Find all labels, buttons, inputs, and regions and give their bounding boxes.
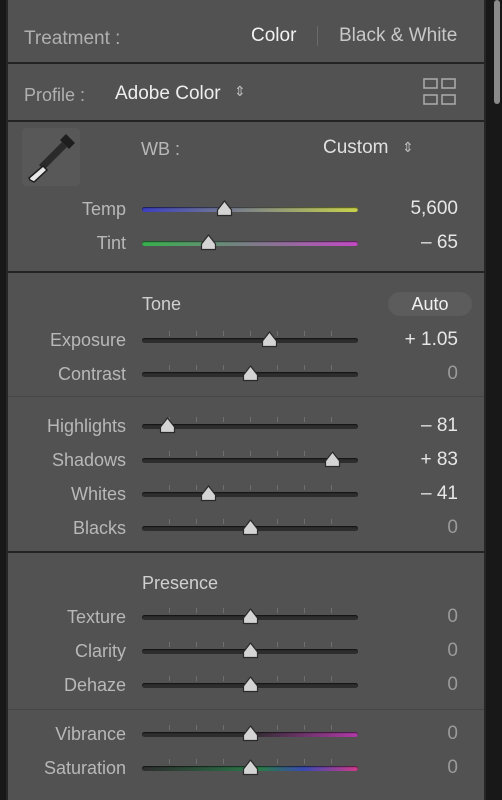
- highlights-slider-thumb[interactable]: [159, 417, 176, 434]
- divider: [8, 271, 484, 273]
- whites-tick-marks: [142, 485, 358, 491]
- dehaze-value[interactable]: 0: [338, 675, 458, 694]
- grid-icon[interactable]: [423, 78, 457, 106]
- temp-slider-track[interactable]: [142, 207, 358, 212]
- divider: [8, 62, 484, 64]
- divider: [8, 120, 484, 122]
- saturation-label: Saturation: [43, 758, 126, 778]
- whites-value[interactable]: – 41: [338, 484, 458, 503]
- divider: [8, 709, 484, 710]
- whites-label: Whites: [70, 484, 126, 504]
- whites-slider-track[interactable]: [142, 492, 358, 497]
- tint-label: Tint: [96, 233, 126, 253]
- texture-label: Texture: [66, 607, 126, 627]
- clarity-slider-thumb[interactable]: [242, 642, 259, 659]
- tone-section-title: Tone: [142, 294, 182, 314]
- temp-value[interactable]: 5,600: [338, 199, 458, 218]
- scrollbar[interactable]: [494, 0, 500, 104]
- contrast-value[interactable]: 0: [338, 364, 458, 383]
- eyedropper-icon[interactable]: [22, 128, 80, 186]
- tint-slider-thumb[interactable]: [200, 234, 217, 251]
- exposure-slider-track[interactable]: [142, 338, 358, 343]
- treatment-bw-option[interactable]: Black & White: [339, 26, 457, 45]
- dehaze-slider-thumb[interactable]: [242, 676, 259, 693]
- texture-value[interactable]: 0: [338, 607, 458, 626]
- profile-value[interactable]: Adobe Color: [115, 84, 221, 103]
- texture-slider-thumb[interactable]: [242, 608, 259, 625]
- tint-value[interactable]: – 65: [338, 233, 458, 252]
- blacks-label: Blacks: [72, 518, 126, 538]
- wb-stepper-icon[interactable]: ⇕: [402, 140, 414, 154]
- divider: [8, 396, 484, 397]
- exposure-tick-marks: [142, 331, 358, 337]
- saturation-value[interactable]: 0: [338, 758, 458, 777]
- dehaze-label: Dehaze: [63, 675, 126, 695]
- contrast-label: Contrast: [57, 364, 126, 384]
- shadows-label: Shadows: [51, 450, 126, 470]
- saturation-slider-thumb[interactable]: [242, 759, 259, 776]
- wb-label: WB :: [141, 139, 180, 159]
- vibrance-label: Vibrance: [55, 724, 126, 744]
- profile-label: Profile :: [24, 85, 86, 105]
- exposure-label: Exposure: [49, 330, 126, 350]
- wb-value[interactable]: Custom: [323, 138, 388, 157]
- profile-stepper-icon[interactable]: ⇕: [234, 84, 246, 98]
- clarity-label: Clarity: [74, 641, 126, 661]
- highlights-label: Highlights: [46, 416, 126, 436]
- vibrance-slider-thumb[interactable]: [242, 725, 259, 742]
- exposure-value[interactable]: + 1.05: [338, 330, 458, 349]
- temp-slider-thumb[interactable]: [216, 200, 233, 217]
- vibrance-value[interactable]: 0: [338, 724, 458, 743]
- treatment-color-option[interactable]: Color: [251, 26, 296, 45]
- auto-button[interactable]: Auto: [388, 292, 472, 316]
- presence-section-title: Presence: [142, 573, 219, 593]
- shadows-value[interactable]: + 83: [338, 450, 458, 469]
- highlights-value[interactable]: – 81: [338, 416, 458, 435]
- treatment-divider: [317, 26, 318, 46]
- exposure-slider-thumb[interactable]: [261, 331, 278, 348]
- blacks-slider-thumb[interactable]: [242, 519, 259, 536]
- blacks-value[interactable]: 0: [338, 518, 458, 537]
- tint-slider-track[interactable]: [142, 241, 358, 246]
- basic-panel: Treatment : Color Black & White Profile …: [6, 0, 486, 800]
- temp-label: Temp: [81, 199, 126, 219]
- treatment-label: Treatment :: [24, 28, 121, 49]
- contrast-slider-thumb[interactable]: [242, 365, 259, 382]
- clarity-value[interactable]: 0: [338, 641, 458, 660]
- whites-slider-thumb[interactable]: [200, 485, 217, 502]
- divider: [8, 551, 484, 553]
